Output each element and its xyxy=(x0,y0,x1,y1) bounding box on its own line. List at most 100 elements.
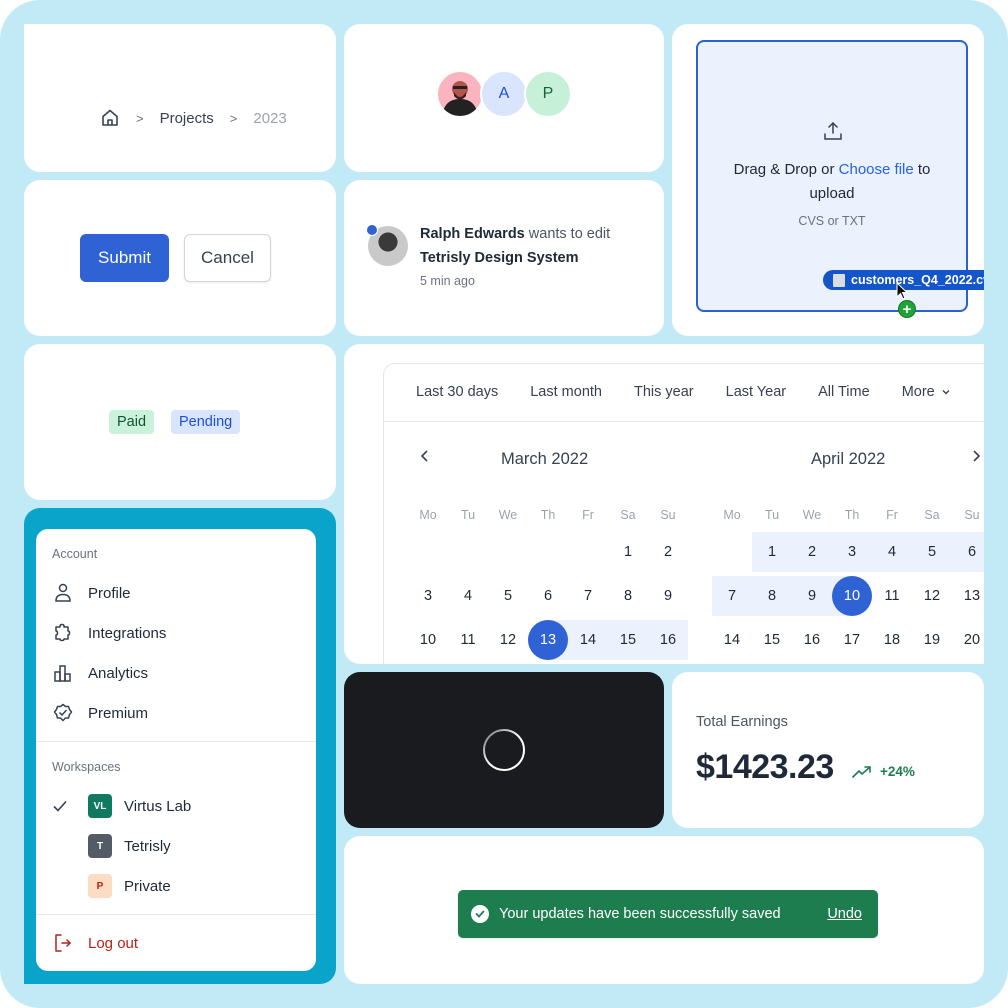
date-range-picker-card: Last 30 days Last month This year Last Y… xyxy=(344,344,984,664)
calendar-day[interactable]: 16 xyxy=(792,620,832,660)
bar-chart-icon xyxy=(52,662,74,684)
toast-card: Your updates have been successfully save… xyxy=(344,836,984,984)
file-dropzone[interactable]: Drag & Drop or Choose file to upload CVS… xyxy=(696,40,984,318)
preset-last-month[interactable]: Last month xyxy=(530,384,602,400)
breadcrumb-card: > Projects > 2023 xyxy=(24,24,336,172)
menu-item-profile[interactable]: Profile xyxy=(52,577,300,609)
home-icon[interactable] xyxy=(100,108,120,128)
menu-item-analytics[interactable]: Analytics xyxy=(52,657,300,689)
calendar-day[interactable]: 15 xyxy=(608,620,648,660)
calendar-day[interactable]: 4 xyxy=(448,576,488,616)
dragged-file-name: customers_Q4_2022.cvs xyxy=(851,273,984,287)
preset-all-time[interactable]: All Time xyxy=(818,384,870,400)
upload-icon xyxy=(822,120,844,142)
workspace-item-virtus-lab[interactable]: VL Virtus Lab xyxy=(52,790,300,822)
calendar-day[interactable]: 4 xyxy=(872,532,912,572)
choose-file-link[interactable]: Choose file xyxy=(839,161,914,178)
calendar-day[interactable]: 12 xyxy=(488,620,528,660)
calendar-day[interactable]: 11 xyxy=(448,620,488,660)
weekday-label: Th xyxy=(844,508,860,522)
workspace-item-tetrisly[interactable]: T Tetrisly xyxy=(52,830,300,862)
menu-item-label: Analytics xyxy=(88,664,149,682)
menu-item-logout[interactable]: Log out xyxy=(52,927,300,959)
earnings-delta-value: +24% xyxy=(880,764,915,779)
chevron-left-icon[interactable] xyxy=(418,449,432,463)
weekday-label: Tu xyxy=(764,508,780,522)
calendar-day[interactable]: 2 xyxy=(648,532,688,572)
status-badges-card: Paid Pending xyxy=(24,344,336,500)
preset-this-year[interactable]: This year xyxy=(634,384,694,400)
calendar-day[interactable]: 8 xyxy=(752,576,792,616)
date-presets: Last 30 days Last month This year Last Y… xyxy=(416,384,983,400)
calendar-day[interactable]: 2 xyxy=(792,532,832,572)
total-earnings-card: Total Earnings $1423.23 +24% xyxy=(672,672,984,828)
calendar-day[interactable]: 8 xyxy=(608,576,648,616)
success-toast: Your updates have been successfully save… xyxy=(458,890,878,938)
month-title-april: April 2022 xyxy=(811,450,886,468)
avatar-initial-p[interactable]: P xyxy=(524,70,572,118)
calendar-day[interactable]: 7 xyxy=(568,576,608,616)
preset-more-dropdown[interactable]: More xyxy=(902,384,951,400)
calendar-day[interactable]: 1 xyxy=(608,532,648,572)
preset-last-year[interactable]: Last Year xyxy=(726,384,786,400)
earnings-label: Total Earnings xyxy=(696,714,788,730)
undo-button[interactable]: Undo xyxy=(827,906,862,922)
avatar-photo[interactable] xyxy=(436,70,484,118)
file-icon xyxy=(833,273,845,287)
calendar-day[interactable]: 18 xyxy=(872,620,912,660)
menu-item-premium[interactable]: Premium xyxy=(52,697,300,729)
chevron-right-icon[interactable] xyxy=(969,449,983,463)
trending-up-icon xyxy=(852,765,871,778)
calendar-day[interactable]: 9 xyxy=(648,576,688,616)
cancel-button[interactable]: Cancel xyxy=(184,234,271,282)
weekday-label: Sa xyxy=(924,508,940,522)
workspace-label: Virtus Lab xyxy=(124,797,192,815)
preset-last-30-days[interactable]: Last 30 days xyxy=(416,384,498,400)
calendar-day[interactable]: 1 xyxy=(752,532,792,572)
account-dropdown-menu: Account Profile Integrations Analytics P… xyxy=(36,529,316,971)
calendar-divider xyxy=(384,421,984,422)
calendar-day[interactable]: 15 xyxy=(752,620,792,660)
calendar-day[interactable]: 16 xyxy=(648,620,688,660)
menu-item-label: Log out xyxy=(88,934,139,952)
avatar-group: A P xyxy=(436,70,572,118)
workspace-item-private[interactable]: P Private xyxy=(52,870,300,902)
calendar-day[interactable]: 14 xyxy=(712,620,752,660)
calendar-day[interactable]: 7 xyxy=(712,576,752,616)
date-range-picker: Last 30 days Last month This year Last Y… xyxy=(383,363,984,664)
submit-button[interactable]: Submit xyxy=(80,234,169,282)
calendar-day[interactable]: 17 xyxy=(832,620,872,660)
menu-item-integrations[interactable]: Integrations xyxy=(52,617,300,649)
notification-card[interactable]: Ralph Edwards wants to edit Tetrisly Des… xyxy=(344,180,664,336)
calendar-day[interactable]: 20 xyxy=(952,620,984,660)
notification-action: wants to edit xyxy=(524,226,611,242)
notification-message: Ralph Edwards wants to edit xyxy=(420,226,610,242)
avatar-initial-a[interactable]: A xyxy=(480,70,528,118)
calendar-day[interactable]: 14 xyxy=(568,620,608,660)
weekday-label: Mo xyxy=(723,508,741,522)
cursor-pointer-icon xyxy=(896,281,910,300)
calendar-day[interactable]: 5 xyxy=(488,576,528,616)
breadcrumb-item-projects[interactable]: Projects xyxy=(160,110,214,127)
calendar-day[interactable]: 9 xyxy=(792,576,832,616)
calendar-day[interactable]: 6 xyxy=(952,532,984,572)
preset-more-label: More xyxy=(901,384,935,400)
user-icon xyxy=(52,582,74,604)
weekday-label: Sa xyxy=(620,508,636,522)
calendar-day[interactable]: 3 xyxy=(832,532,872,572)
calendar-day[interactable]: 5 xyxy=(912,532,952,572)
workspace-label: Private xyxy=(124,877,171,895)
copy-plus-icon: + xyxy=(898,300,916,318)
notification-target: Tetrisly Design System xyxy=(420,250,579,266)
calendar-day[interactable]: 10 xyxy=(408,620,448,660)
calendar-day[interactable]: 6 xyxy=(528,576,568,616)
calendar-day[interactable]: 19 xyxy=(912,620,952,660)
calendar-day[interactable]: 13 xyxy=(952,576,984,616)
loading-card xyxy=(344,672,664,828)
calendar-day[interactable]: 11 xyxy=(872,576,912,616)
calendar-day[interactable]: 13 xyxy=(528,620,568,660)
calendar-day[interactable]: 3 xyxy=(408,576,448,616)
workspace-badge: P xyxy=(88,874,112,898)
calendar-day[interactable]: 12 xyxy=(912,576,952,616)
calendar-day[interactable]: 10 xyxy=(832,576,872,616)
